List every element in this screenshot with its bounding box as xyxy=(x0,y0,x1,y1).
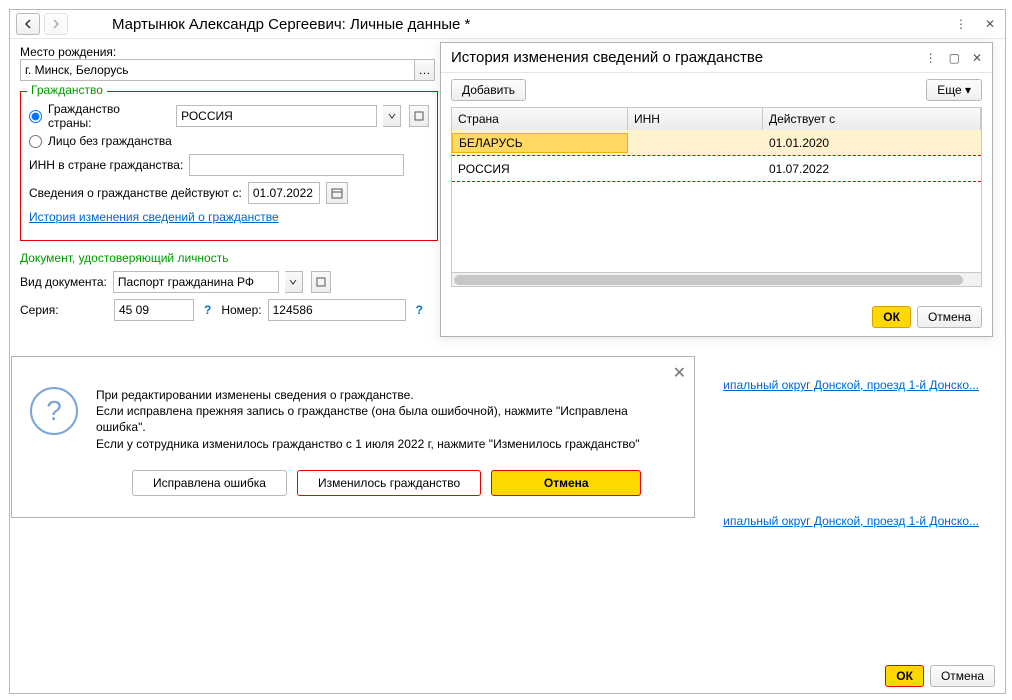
history-link[interactable]: История изменения сведений о гражданстве xyxy=(29,210,279,224)
calendar-icon[interactable] xyxy=(326,182,348,204)
changed-citizenship-button[interactable]: Изменилось гражданство xyxy=(297,470,481,496)
table-row[interactable]: РОССИЯ 01.07.2022 xyxy=(452,156,981,182)
inn-input[interactable] xyxy=(189,154,404,176)
dialog-menu-icon[interactable]: ⋮ xyxy=(925,51,937,65)
number-input[interactable] xyxy=(268,299,406,321)
main-cancel-button[interactable]: Отмена xyxy=(930,665,995,687)
message-cancel-button[interactable]: Отмена xyxy=(491,470,641,496)
close-icon[interactable]: ✕ xyxy=(981,15,999,33)
doc-type-input[interactable] xyxy=(113,271,279,293)
citizenship-group-title: Гражданство xyxy=(27,83,107,97)
birthplace-input[interactable] xyxy=(20,59,415,81)
history-dialog: История изменения сведений о гражданстве… xyxy=(440,42,993,337)
inn-label: ИНН в стране гражданства: xyxy=(29,158,183,172)
radio-country-label: Гражданство страны: xyxy=(48,102,166,130)
fixed-error-button[interactable]: Исправлена ошибка xyxy=(132,470,287,496)
doc-type-label: Вид документа: xyxy=(20,275,107,289)
help-icon-2[interactable]: ? xyxy=(416,303,423,317)
help-icon[interactable]: ? xyxy=(204,303,211,317)
addr-link-2[interactable]: ипальный округ Донской, проезд 1-й Донск… xyxy=(723,514,979,528)
number-label: Номер: xyxy=(221,303,261,317)
window-title: Мартынюк Александр Сергеевич: Личные дан… xyxy=(112,16,470,33)
radio-stateless-label: Лицо без гражданства xyxy=(48,134,172,148)
more-button[interactable]: Еще ▾ xyxy=(926,79,982,101)
col-inn[interactable]: ИНН xyxy=(628,108,763,130)
history-table: Страна ИНН Действует с БЕЛАРУСЬ 01.01.20… xyxy=(451,107,982,287)
dialog-restore-icon[interactable]: ▢ xyxy=(949,51,960,65)
main-ok-button[interactable]: ОК xyxy=(885,665,924,687)
col-country[interactable]: Страна xyxy=(452,108,628,130)
history-dialog-title: История изменения сведений о гражданстве xyxy=(451,49,763,66)
birthplace-expand-button[interactable]: … xyxy=(415,59,435,81)
table-row[interactable]: БЕЛАРУСЬ 01.01.2020 xyxy=(452,130,981,156)
history-ok-button[interactable]: ОК xyxy=(872,306,911,328)
message-text: При редактировании изменены сведения о г… xyxy=(96,387,676,452)
message-dialog: ✕ ? При редактировании изменены сведения… xyxy=(11,356,695,518)
valid-from-label: Сведения о гражданстве действуют с: xyxy=(29,186,242,200)
history-cancel-button[interactable]: Отмена xyxy=(917,306,982,328)
nav-back-button[interactable] xyxy=(16,13,40,35)
message-close-icon[interactable]: ✕ xyxy=(673,363,686,383)
doc-type-open[interactable] xyxy=(311,271,331,293)
country-dropdown-button[interactable] xyxy=(383,105,401,127)
question-icon: ? xyxy=(30,387,78,435)
dialog-close-icon[interactable]: ✕ xyxy=(972,51,982,65)
menu-icon[interactable]: ⋮ xyxy=(951,15,971,33)
series-label: Серия: xyxy=(20,303,108,317)
col-from[interactable]: Действует с xyxy=(763,108,981,130)
radio-stateless[interactable] xyxy=(29,135,42,148)
citizenship-group: Гражданство Гражданство страны: Лицо без… xyxy=(20,91,438,241)
titlebar: Мартынюк Александр Сергеевич: Личные дан… xyxy=(10,10,1005,39)
add-button[interactable]: Добавить xyxy=(451,79,526,101)
radio-country[interactable] xyxy=(29,110,42,123)
series-input[interactable] xyxy=(114,299,194,321)
country-input[interactable] xyxy=(176,105,377,127)
addr-link-1[interactable]: ипальный округ Донской, проезд 1-й Донск… xyxy=(723,378,979,392)
chevron-down-icon: ▾ xyxy=(965,83,971,97)
doc-type-dropdown[interactable] xyxy=(285,271,303,293)
country-open-button[interactable] xyxy=(409,105,429,127)
nav-forward-button[interactable] xyxy=(44,13,68,35)
valid-from-input[interactable] xyxy=(248,182,320,204)
scrollbar[interactable] xyxy=(454,275,963,285)
